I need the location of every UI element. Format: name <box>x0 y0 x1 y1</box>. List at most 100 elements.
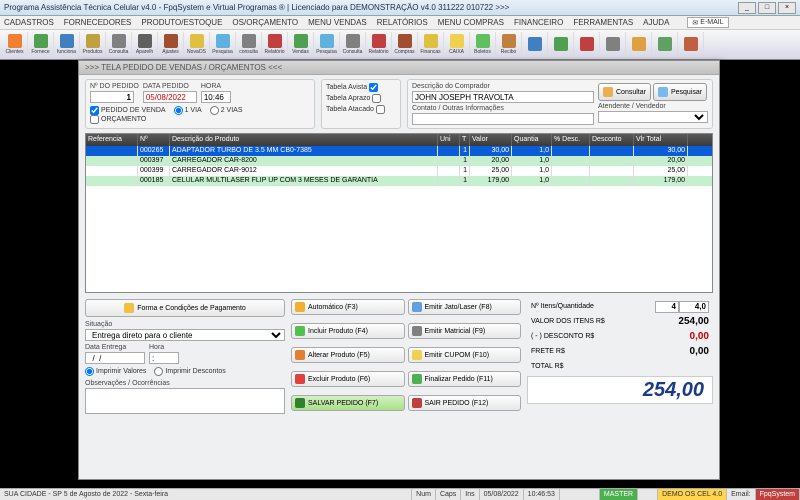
toolbar-Pesquisa[interactable]: Pesquisa <box>314 32 340 58</box>
menu-os[interactable]: OS/ORÇAMENTO <box>232 18 298 27</box>
toolbar-item22[interactable] <box>574 32 600 58</box>
table-type-group: Tabela Avista Tabela Aprazo Tabela Ataca… <box>321 79 401 129</box>
toolbar-Relatório[interactable]: Relatório <box>262 32 288 58</box>
toolbar-Compras[interactable]: Compras <box>392 32 418 58</box>
toolbar-Relatório[interactable]: Relatório <box>366 32 392 58</box>
grid-header[interactable]: Valor <box>470 134 512 146</box>
emitir-cupom-button[interactable]: Emitir CUPOM (F10) <box>408 347 522 363</box>
order-time-input[interactable] <box>201 91 231 103</box>
toolbar-icon <box>34 34 48 48</box>
toolbar-funciona[interactable]: funciona <box>54 32 80 58</box>
toolbar-Ajustes[interactable]: Ajustes <box>158 32 184 58</box>
grid-header[interactable]: Vlr Total <box>634 134 688 146</box>
vias2-radio[interactable]: 2 VIAS <box>210 106 243 115</box>
imprimir-desc-radio[interactable]: Imprimir Descontos <box>154 367 225 376</box>
products-grid[interactable]: ReferenciaNºDescrição do ProdutoUniTValo… <box>85 133 713 293</box>
toolbar-item20[interactable] <box>522 32 548 58</box>
hora-entrega-input[interactable] <box>149 352 179 364</box>
menu-cadastros[interactable]: CADASTROS <box>4 18 54 27</box>
minimize-button[interactable]: _ <box>738 2 756 14</box>
payment-conditions-button[interactable]: Forma e Condições de Pagamento <box>85 299 285 317</box>
toolbar-item21[interactable] <box>548 32 574 58</box>
menu-produto[interactable]: PRODUTO/ESTOQUE <box>141 18 222 27</box>
vias1-radio[interactable]: 1 VIA <box>174 106 202 115</box>
toolbar-icon <box>476 34 490 48</box>
email-button[interactable]: ✉E-MAIL <box>687 17 728 28</box>
grid-header[interactable]: % Desc. <box>552 134 590 146</box>
toolbar-CAIXA[interactable]: CAIXA <box>444 32 470 58</box>
aprazo-checkbox[interactable]: Tabela Aprazo <box>326 94 396 103</box>
toolbar-Boletos[interactable]: Boletos <box>470 32 496 58</box>
toolbar-icon <box>424 34 438 48</box>
itens-count <box>655 301 679 313</box>
toolbar-NovaOS[interactable]: NovaOS <box>184 32 210 58</box>
emitir-jato-button[interactable]: Emitir Jato/Laser (F8) <box>408 299 522 315</box>
menu-compras[interactable]: MENU COMPRAS <box>438 18 504 27</box>
buyer-contact-input[interactable] <box>412 113 594 125</box>
emitir-matricial-button[interactable]: Emitir Matricial (F9) <box>408 323 522 339</box>
table-row[interactable]: 000265ADAPTADOR TURBO DE 3.5 MM CB0-7385… <box>86 146 712 156</box>
toolbar-Pesquisa[interactable]: Pesquisa <box>210 32 236 58</box>
toolbar-Vendas[interactable]: Vendas <box>288 32 314 58</box>
grid-header[interactable]: Descrição do Produto <box>170 134 438 146</box>
dialog-title: >>> TELA PEDIDO DE VENDAS / ORÇAMENTOS <… <box>79 61 719 75</box>
toolbar-Consulta[interactable]: Consulta <box>106 32 132 58</box>
table-row[interactable]: 000399CARREGADOR CAR-9012125,001,025,00 <box>86 166 712 176</box>
toolbar-icon <box>528 37 542 51</box>
toolbar-Financas[interactable]: Financas <box>418 32 444 58</box>
totals-panel: Nº Itens/Quantidade VALOR DOS ITENS R$25… <box>527 299 713 416</box>
automatico-button[interactable]: Automático (F3) <box>291 299 405 315</box>
sair-pedido-button[interactable]: SAIR PEDIDO (F12) <box>408 395 522 411</box>
finalizar-pedido-button[interactable]: Finalizar Pedido (F11) <box>408 371 522 387</box>
menu-relatorios[interactable]: RELATÓRIOS <box>377 18 428 27</box>
situacao-select[interactable]: Entrega direto para o cliente <box>85 329 285 341</box>
toolbar-item23[interactable] <box>600 32 626 58</box>
toolbar-Recibo[interactable]: Recibo <box>496 32 522 58</box>
atacado-checkbox[interactable]: Tabela Atacado <box>326 105 396 114</box>
venda-checkbox[interactable]: PEDIDO DE VENDA <box>90 106 166 115</box>
pesquisar-button[interactable]: Pesquisar <box>653 83 707 101</box>
close-button[interactable]: × <box>778 2 796 14</box>
table-row[interactable]: 000397CARREGADOR CAR-8200120,001,020,00 <box>86 156 712 166</box>
table-row[interactable]: 000185CELULAR MULTILASER FLIP UP COM 3 M… <box>86 176 712 186</box>
imprimir-valores-radio[interactable]: Imprimir Valores <box>85 367 146 376</box>
grid-header[interactable]: Desconto <box>590 134 634 146</box>
buyer-name-input[interactable] <box>412 91 594 103</box>
status-brand: FpqSystem <box>756 489 800 500</box>
grid-header[interactable]: Quantia <box>512 134 552 146</box>
toolbar-Aparelh[interactable]: Aparelh <box>132 32 158 58</box>
alterar-produto-button[interactable]: Alterar Produto (F5) <box>291 347 405 363</box>
toolbar-Consulta[interactable]: Consulta <box>340 32 366 58</box>
toolbar-icon <box>86 34 100 48</box>
maximize-button[interactable]: □ <box>758 2 776 14</box>
grid-header[interactable]: Nº <box>138 134 170 146</box>
atendente-select[interactable] <box>598 111 708 123</box>
grid-header[interactable]: Referencia <box>86 134 138 146</box>
salvar-pedido-button[interactable]: SALVAR PEDIDO (F7) <box>291 395 405 411</box>
data-entrega-input[interactable] <box>85 352 145 364</box>
menu-ferramentas[interactable]: FERRAMENTAS <box>573 18 633 27</box>
grid-header[interactable]: T <box>460 134 470 146</box>
menu-fornecedores[interactable]: FORNECEDORES <box>64 18 132 27</box>
search-icon <box>603 87 613 97</box>
toolbar-item26[interactable] <box>678 32 704 58</box>
toolbar-Clientes[interactable]: Clientes <box>2 32 28 58</box>
menu-vendas[interactable]: MENU VENDAS <box>308 18 367 27</box>
orcamento-checkbox[interactable]: ORÇAMENTO <box>90 115 166 124</box>
excluir-produto-button[interactable]: Excluir Produto (F6) <box>291 371 405 387</box>
avista-checkbox[interactable]: Tabela Avista <box>326 83 396 92</box>
grid-header[interactable]: Uni <box>438 134 460 146</box>
menu-financeiro[interactable]: FINANCEIRO <box>514 18 563 27</box>
toolbar-Produtos[interactable]: Produtos <box>80 32 106 58</box>
toolbar-item25[interactable] <box>652 32 678 58</box>
observacoes-textarea[interactable] <box>85 388 285 414</box>
save-icon <box>295 398 305 408</box>
consultar-button[interactable]: Consultar <box>598 83 651 101</box>
order-number-input[interactable] <box>90 91 134 103</box>
toolbar-item24[interactable] <box>626 32 652 58</box>
toolbar-consulta[interactable]: consulta <box>236 32 262 58</box>
toolbar-Fornece[interactable]: Fornece <box>28 32 54 58</box>
menu-ajuda[interactable]: AJUDA <box>643 18 669 27</box>
incluir-produto-button[interactable]: Incluir Produto (F4) <box>291 323 405 339</box>
order-date-input[interactable] <box>143 91 197 103</box>
